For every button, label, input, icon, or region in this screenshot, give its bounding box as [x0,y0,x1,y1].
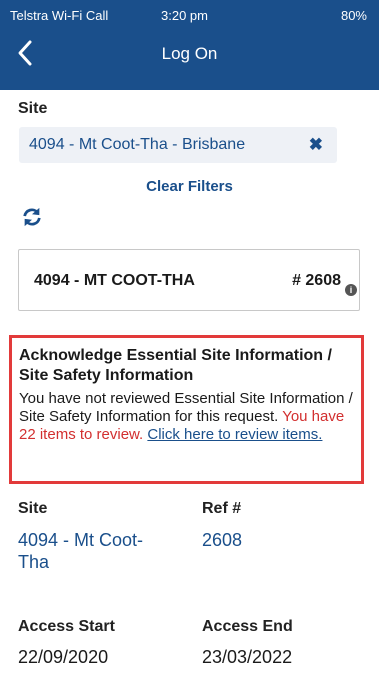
access-start-date: 22/09/2020 [18,647,109,667]
alert-body: You have not reviewed Essential Site Inf… [19,390,359,444]
page-title: Log On [161,44,218,63]
remove-filter-icon[interactable]: ✖ [309,135,323,155]
request-card[interactable]: 4094 - MT COOT-THA # 2608 i [18,249,360,311]
site-label: Site [18,500,48,517]
status-bar: Telstra Wi-Fi Call 3:20 pm 80% [0,0,379,30]
site-value: 4094 - Mt Coot-Tha [18,530,144,572]
clock: 3:20 pm [161,8,208,23]
info-icon[interactable]: i [345,284,357,296]
site-filter-label: Site [18,100,48,117]
ref-label: Ref # [202,500,242,517]
carrier-label: Telstra Wi-Fi Call [10,8,109,23]
alert-title: Acknowledge Essential Site Information /… [19,347,332,384]
safety-info-alert: Acknowledge Essential Site Information /… [9,335,364,484]
access-start-label: Access Start [18,618,115,635]
ref-value: 2608 [202,530,243,550]
refresh-icon[interactable] [21,205,43,229]
review-items-link[interactable]: Click here to review items. [147,426,322,443]
clear-filters-button[interactable]: Clear Filters [0,178,379,195]
access-end-label: Access End [202,618,293,635]
request-ref: # 2608 [292,272,341,289]
access-end-date: 23/03/2022 [202,647,293,667]
request-site: 4094 - MT COOT-THA [34,272,195,289]
site-filter-value: 4094 - Mt Coot-Tha - Brisbane [29,136,246,153]
battery-level: 80% [340,8,367,23]
app-header: Telstra Wi-Fi Call 3:20 pm 80% Log On [0,0,379,90]
site-filter-chip[interactable]: 4094 - Mt Coot-Tha - Brisbane ✖ [19,127,337,163]
